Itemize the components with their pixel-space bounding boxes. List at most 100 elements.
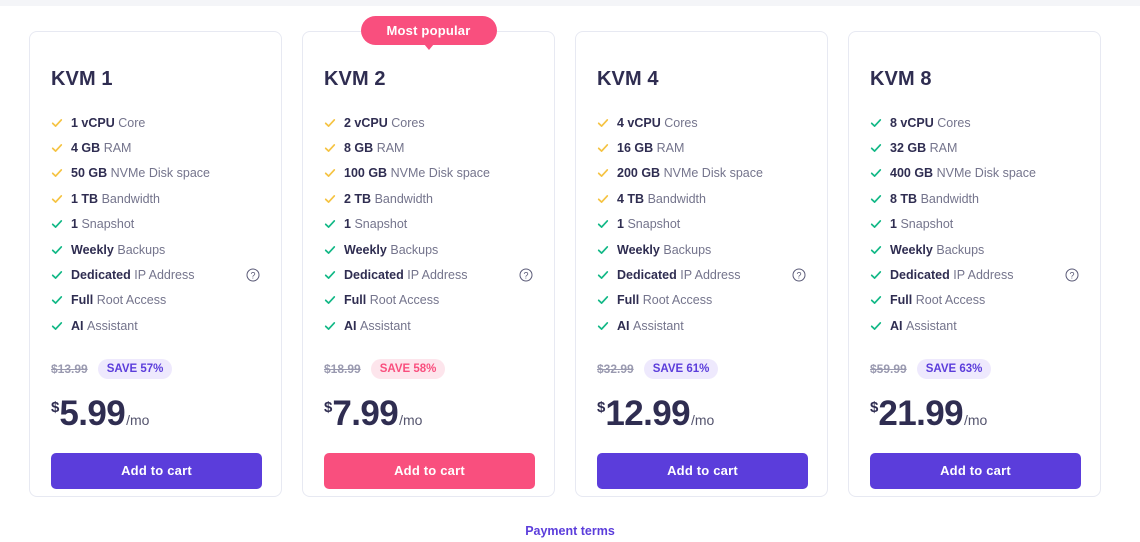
currency-symbol: $ xyxy=(324,398,333,416)
feature-value: Full xyxy=(617,293,640,308)
feature-item: Weekly Backups xyxy=(51,237,260,262)
svg-text:?: ? xyxy=(523,270,528,280)
currency-symbol: $ xyxy=(870,398,879,416)
feature-item: AI Assistant xyxy=(324,313,533,338)
check-icon xyxy=(51,321,63,330)
help-circle-icon[interactable]: ? xyxy=(246,268,260,282)
check-icon xyxy=(597,118,609,127)
check-icon xyxy=(51,118,63,127)
savings-row: $32.99 SAVE 61% xyxy=(597,358,806,380)
feature-label: Assistant xyxy=(906,318,957,333)
feature-item: Full Root Access xyxy=(870,288,1079,313)
feature-item: 32 GB RAM xyxy=(870,135,1079,160)
feature-value: 1 xyxy=(890,217,897,232)
feature-label: IP Address xyxy=(407,268,468,283)
check-icon xyxy=(324,245,336,254)
svg-text:?: ? xyxy=(1069,270,1074,280)
feature-list: 8 vCPU Cores 32 GB RAM 400 GB NVMe Disk space… xyxy=(870,91,1079,339)
feature-item: 8 TB Bandwidth xyxy=(870,186,1079,211)
feature-label: Backups xyxy=(663,242,712,257)
feature-item: 1 Snapshot xyxy=(51,212,260,237)
check-icon xyxy=(870,220,882,229)
price-row: $7.99/mo xyxy=(324,394,533,434)
feature-item: 4 TB Bandwidth xyxy=(597,186,806,211)
check-icon xyxy=(324,321,336,330)
price-period: /mo xyxy=(399,411,423,428)
feature-value: 1 TB xyxy=(71,191,99,206)
pricing-card: KVM 88 vCPU Cores 32 GB RAM 400 GB NVMe Disk … xyxy=(848,31,1101,497)
help-circle-icon[interactable]: ? xyxy=(1065,268,1079,282)
feature-value: 400 GB xyxy=(890,166,934,181)
feature-label: Bandwidth xyxy=(374,191,433,206)
feature-label: Bandwidth xyxy=(647,191,706,206)
check-icon xyxy=(324,271,336,279)
feature-label: Cores xyxy=(664,115,698,130)
check-icon xyxy=(870,169,882,178)
feature-label: Snapshot xyxy=(900,217,954,232)
feature-item: 8 vCPU Cores xyxy=(870,110,1079,135)
check-icon xyxy=(51,296,63,305)
savings-row: $59.99 SAVE 63% xyxy=(870,358,1079,380)
feature-item: Weekly Backups xyxy=(324,237,533,262)
check-icon xyxy=(51,271,63,279)
feature-label: RAM xyxy=(376,141,405,156)
feature-item: AI Assistant xyxy=(597,313,806,338)
feature-label: Cores xyxy=(937,115,971,130)
feature-value: 4 GB xyxy=(71,141,101,156)
feature-item: Dedicated IP Address? xyxy=(51,262,260,287)
check-icon xyxy=(870,118,882,127)
feature-label: Root Access xyxy=(915,293,986,308)
check-icon xyxy=(51,220,63,229)
price-amount: 7.99 xyxy=(332,393,399,433)
add-to-cart-button[interactable]: Add to cart xyxy=(597,452,808,489)
feature-value: Full xyxy=(890,293,913,308)
feature-item: Dedicated IP Address? xyxy=(324,262,533,287)
feature-item: AI Assistant xyxy=(870,313,1079,338)
feature-label: Snapshot xyxy=(81,217,135,232)
feature-item: 1 Snapshot xyxy=(324,212,533,237)
help-circle-icon[interactable]: ? xyxy=(792,268,806,282)
pricing-card: Most popular KVM 22 vCPU Cores 8 GB RAM 100 G… xyxy=(302,16,555,497)
add-to-cart-button[interactable]: Add to cart xyxy=(870,452,1081,489)
feature-label: RAM xyxy=(656,141,685,156)
feature-value: Weekly xyxy=(617,242,660,257)
check-icon xyxy=(870,296,882,305)
feature-value: Weekly xyxy=(71,242,114,257)
pricing-card: KVM 11 vCPU Core 4 GB RAM 50 GB NVMe Disk spa… xyxy=(29,31,282,497)
save-badge: SAVE 57% xyxy=(97,358,173,379)
feature-item: AI Assistant xyxy=(51,313,260,338)
feature-list: 2 vCPU Cores 8 GB RAM 100 GB NVMe Disk space 2… xyxy=(324,91,533,339)
feature-label: Assistant xyxy=(360,318,411,333)
feature-value: 16 GB xyxy=(617,141,654,156)
svg-text:?: ? xyxy=(250,270,255,280)
add-to-cart-button[interactable]: Add to cart xyxy=(51,452,262,489)
check-icon xyxy=(597,245,609,254)
check-icon xyxy=(324,169,336,178)
add-to-cart-button[interactable]: Add to cart xyxy=(324,452,535,489)
feature-item: 4 vCPU Cores xyxy=(597,110,806,135)
check-icon xyxy=(597,271,609,279)
most-popular-badge: Most popular xyxy=(360,16,497,45)
feature-label: Cores xyxy=(391,115,425,130)
feature-label: RAM xyxy=(103,141,132,156)
price-period: /mo xyxy=(126,411,150,428)
feature-value: Dedicated xyxy=(344,268,404,283)
price-period: /mo xyxy=(963,411,988,428)
feature-label: NVMe Disk space xyxy=(936,166,1036,181)
feature-item: 50 GB NVMe Disk space xyxy=(51,161,260,186)
savings-row: $13.99 SAVE 57% xyxy=(51,358,260,380)
check-icon xyxy=(597,169,609,178)
check-icon xyxy=(597,296,609,305)
feature-label: Root Access xyxy=(642,293,713,308)
feature-value: 1 vCPU xyxy=(71,115,115,130)
savings-row: $18.99 SAVE 58% xyxy=(324,358,533,380)
payment-terms-link[interactable]: Payment terms xyxy=(0,524,1140,538)
feature-value: AI xyxy=(890,318,903,333)
feature-label: Snapshot xyxy=(354,217,408,232)
feature-item: 8 GB RAM xyxy=(324,135,533,160)
feature-label: RAM xyxy=(929,141,958,156)
check-icon xyxy=(597,321,609,330)
feature-label: Backups xyxy=(117,242,166,257)
feature-label: Bandwidth xyxy=(920,191,979,206)
help-circle-icon[interactable]: ? xyxy=(519,268,533,282)
